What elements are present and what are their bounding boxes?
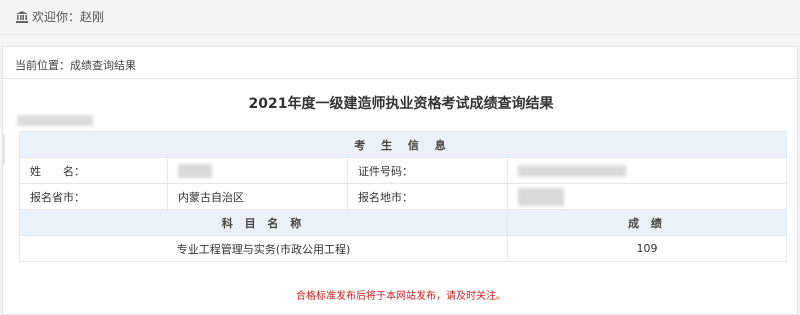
breadcrumb: 当前位置：成绩查询结果 <box>15 59 136 72</box>
id-label: 证件号码： <box>347 157 508 184</box>
name-value <box>167 157 348 184</box>
province-value: 内蒙古自治区 <box>167 183 348 210</box>
redacted-text <box>17 115 93 126</box>
divider <box>3 78 799 79</box>
score-header: 成 绩 <box>507 209 787 236</box>
score-value: 109 <box>507 235 787 262</box>
subject-name: 专业工程管理与实务(市政公用工程) <box>19 235 508 262</box>
province-label: 报名省市： <box>19 183 168 210</box>
bank-icon <box>16 11 28 26</box>
notice-text: 合格标准发布后将于本网站发布，请及时关注。 <box>296 291 506 302</box>
subject-header: 科 目 名 称 <box>19 209 508 236</box>
redacted-id <box>518 165 626 177</box>
name-label: 姓 名： <box>19 157 168 184</box>
redacted-city <box>518 187 564 206</box>
welcome-message: 欢迎你：赵刚 <box>16 8 104 26</box>
divider <box>3 135 5 165</box>
redacted-name <box>178 163 212 178</box>
top-bar: 欢迎你：赵刚 <box>0 0 800 35</box>
welcome-text: 欢迎你：赵刚 <box>32 10 105 24</box>
table-row: 报名省市： 内蒙古自治区 报名地市： <box>19 183 787 210</box>
table-row: 姓 名： 证件号码： <box>19 157 787 184</box>
table-row: 专业工程管理与实务(市政公用工程) 109 <box>19 235 787 262</box>
city-value <box>507 183 787 210</box>
section-title: 考 生 信 息 <box>19 131 787 158</box>
candidate-info-table: 考 生 信 息 姓 名： 证件号码： 报名省市： 内蒙古自治区 报名地市： 科 … <box>19 131 787 262</box>
page-title: 2021年度一级建造师执业资格考试成绩查询结果 <box>248 96 554 112</box>
id-value <box>507 157 787 184</box>
city-label: 报名地市： <box>347 183 508 210</box>
results-panel: 当前位置：成绩查询结果 2021年度一级建造师执业资格考试成绩查询结果 考 生 … <box>2 46 799 315</box>
